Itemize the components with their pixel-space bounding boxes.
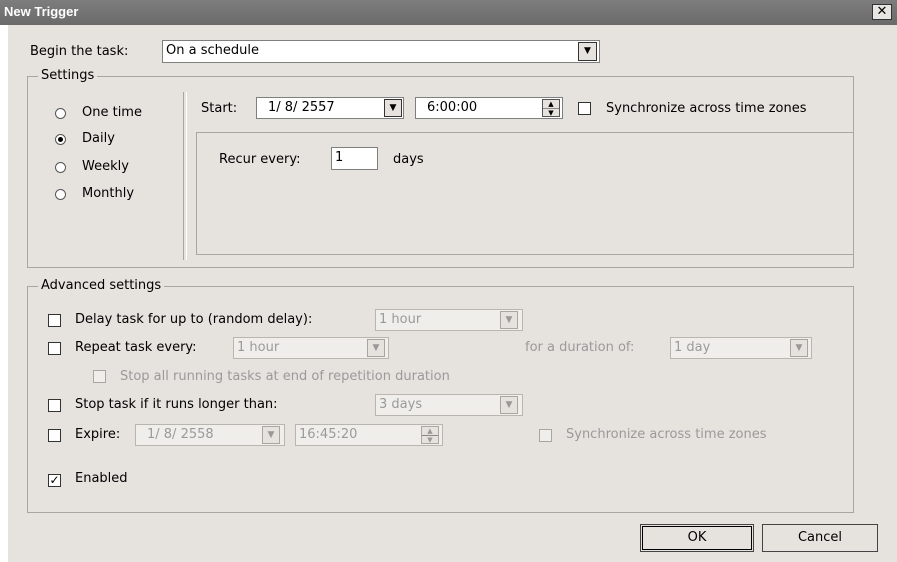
delay-value: 1 hour	[379, 312, 422, 327]
start-time-spinner[interactable]: ▲ ▼	[542, 99, 560, 117]
expire-sync-label: Synchronize across time zones	[566, 427, 767, 442]
duration-label: for a duration of:	[525, 340, 635, 355]
repeat-checkbox[interactable]	[48, 342, 61, 355]
begin-task-label: Begin the task:	[30, 44, 129, 59]
chevron-down-icon[interactable]: ▼	[367, 339, 385, 357]
recur-every-input[interactable]: 1	[331, 147, 378, 170]
calendar-dropdown-icon[interactable]: ▼	[262, 426, 280, 444]
radio-daily[interactable]	[55, 134, 66, 145]
chevron-down-icon[interactable]: ▼	[500, 396, 518, 414]
close-icon[interactable]: ✕	[872, 4, 892, 20]
spin-down-icon[interactable]: ▼	[543, 109, 559, 117]
repeat-label: Repeat task every:	[75, 340, 197, 355]
start-date-value: 1/ 8/ 2557	[268, 100, 335, 115]
delay-checkbox[interactable]	[48, 314, 61, 327]
recur-every-value: 1	[335, 150, 344, 165]
expire-label: Expire:	[75, 427, 121, 442]
chevron-down-icon[interactable]: ▼	[790, 339, 808, 357]
spin-up-icon[interactable]: ▲	[422, 427, 438, 436]
sync-timezones-checkbox[interactable]	[578, 102, 591, 115]
settings-legend: Settings	[38, 68, 98, 83]
delay-label: Delay task for up to (random delay):	[75, 312, 313, 327]
chevron-down-icon[interactable]: ▼	[500, 311, 518, 329]
expire-time-value: 16:45:20	[299, 427, 358, 442]
expire-time-spinner[interactable]: ▲ ▼	[421, 426, 439, 444]
radio-weekly-label: Weekly	[82, 159, 129, 174]
stop-longer-value: 3 days	[379, 397, 423, 412]
begin-task-value: On a schedule	[166, 43, 259, 58]
expire-checkbox[interactable]	[48, 429, 61, 442]
radio-monthly[interactable]	[55, 189, 66, 200]
cancel-button[interactable]: Cancel	[762, 524, 878, 552]
sync-timezones-label: Synchronize across time zones	[606, 101, 807, 116]
start-date-picker[interactable]: 1/ 8/ 2557	[256, 97, 404, 119]
radio-one-time-label: One time	[82, 105, 142, 120]
begin-task-select[interactable]: On a schedule	[162, 40, 600, 63]
spin-down-icon[interactable]: ▼	[422, 436, 438, 444]
recur-unit-label: days	[393, 152, 424, 167]
window-title: New Trigger	[4, 4, 79, 19]
radio-one-time[interactable]	[55, 108, 66, 119]
stop-longer-checkbox[interactable]	[48, 399, 61, 412]
ok-button[interactable]: OK	[640, 524, 754, 552]
stop-all-label: Stop all running tasks at end of repetit…	[120, 369, 450, 384]
repeat-select[interactable]: 1 hour	[233, 337, 389, 359]
settings-divider	[183, 92, 187, 260]
stop-longer-label: Stop task if it runs longer than:	[75, 397, 278, 412]
chevron-down-icon[interactable]: ▼	[578, 42, 597, 61]
radio-daily-label: Daily	[82, 131, 115, 146]
start-time-value: 6:00:00	[427, 100, 478, 115]
repeat-value: 1 hour	[237, 340, 280, 355]
advanced-legend: Advanced settings	[38, 278, 165, 293]
stop-all-checkbox[interactable]	[93, 370, 106, 383]
title-bar: New Trigger ✕	[0, 0, 897, 25]
calendar-dropdown-icon[interactable]: ▼	[384, 99, 402, 117]
enabled-checkbox[interactable]: ✓	[48, 474, 61, 487]
start-time-field[interactable]: 6:00:00	[415, 97, 563, 119]
radio-weekly[interactable]	[55, 162, 66, 173]
expire-date-value: 1/ 8/ 2558	[147, 427, 214, 442]
recur-every-label: Recur every:	[219, 152, 301, 167]
duration-value: 1 day	[674, 340, 711, 355]
enabled-label: Enabled	[75, 471, 128, 486]
recur-panel	[196, 132, 854, 255]
radio-monthly-label: Monthly	[82, 186, 135, 201]
expire-sync-checkbox[interactable]	[539, 429, 552, 442]
spin-up-icon[interactable]: ▲	[543, 100, 559, 109]
start-label: Start:	[201, 101, 238, 116]
